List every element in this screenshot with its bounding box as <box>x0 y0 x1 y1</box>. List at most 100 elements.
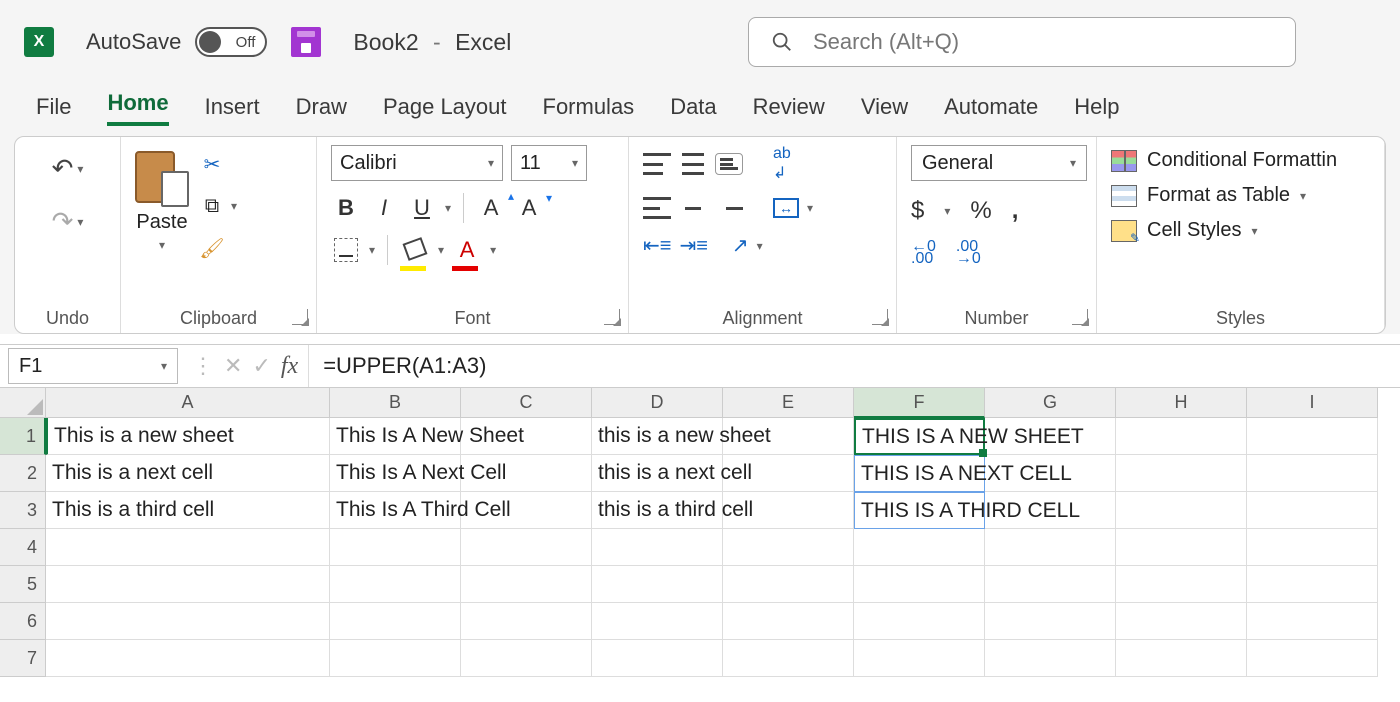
autosave-toggle[interactable]: Off <box>195 27 267 57</box>
cell-b2[interactable]: This Is A Next Cell <box>330 455 461 492</box>
row-header-3[interactable]: 3 <box>0 492 46 529</box>
cell-e6[interactable] <box>723 603 854 640</box>
search-box[interactable]: Search (Alt+Q) <box>748 17 1296 67</box>
row-header-6[interactable]: 6 <box>0 603 46 640</box>
tab-insert[interactable]: Insert <box>205 94 260 126</box>
cell-g4[interactable] <box>985 529 1116 566</box>
cell-styles-button[interactable]: Cell Styles ▾ <box>1111 219 1370 242</box>
decrease-font-button[interactable]: A▾ <box>514 193 544 223</box>
cell-d4[interactable] <box>592 529 723 566</box>
cell-i2[interactable] <box>1247 455 1378 492</box>
cell-f2[interactable]: THIS IS A NEXT CELL <box>854 455 985 492</box>
cell-g2[interactable] <box>985 455 1116 492</box>
col-header-h[interactable]: H <box>1116 388 1247 418</box>
cancel-icon[interactable]: ✕ <box>224 353 242 379</box>
col-header-b[interactable]: B <box>330 388 461 418</box>
tab-file[interactable]: File <box>36 94 71 126</box>
row-header-7[interactable]: 7 <box>0 640 46 677</box>
cell-h6[interactable] <box>1116 603 1247 640</box>
tab-draw[interactable]: Draw <box>296 94 347 126</box>
accounting-button[interactable]: $ <box>911 197 924 225</box>
chevron-down-icon[interactable]: ▾ <box>757 239 763 253</box>
decrease-decimal-button[interactable]: .00→0 <box>956 241 981 265</box>
cell-g5[interactable] <box>985 566 1116 603</box>
undo-button[interactable]: ↶▾ <box>52 153 84 184</box>
tab-page-layout[interactable]: Page Layout <box>383 94 507 126</box>
cell-b1[interactable]: This Is A New Sheet <box>330 418 461 455</box>
align-bottom-button[interactable] <box>715 153 743 175</box>
cell-c7[interactable] <box>461 640 592 677</box>
select-all-corner[interactable] <box>0 388 46 418</box>
cell-i6[interactable] <box>1247 603 1378 640</box>
clipboard-launcher[interactable] <box>292 309 308 325</box>
paste-button[interactable]: Paste ▾ <box>135 145 189 252</box>
cell-c1[interactable] <box>461 418 592 455</box>
row-header-1[interactable]: 1 <box>0 418 46 455</box>
row-header-2[interactable]: 2 <box>0 455 46 492</box>
cell-e5[interactable] <box>723 566 854 603</box>
align-center-button[interactable] <box>679 197 707 219</box>
chevron-down-icon[interactable]: ▾ <box>77 162 83 176</box>
fill-color-button[interactable] <box>400 235 430 265</box>
chevron-down-icon[interactable]: ▾ <box>231 199 237 213</box>
cut-icon[interactable]: ✂ <box>199 151 225 177</box>
cell-e1[interactable] <box>723 418 854 455</box>
number-format-combo[interactable]: General▾ <box>911 145 1087 181</box>
col-header-c[interactable]: C <box>461 388 592 418</box>
cell-h4[interactable] <box>1116 529 1247 566</box>
cell-f1[interactable]: THIS IS A NEW SHEET <box>854 418 985 455</box>
chevron-down-icon[interactable]: ▾ <box>944 204 950 218</box>
align-left-button[interactable] <box>643 197 671 219</box>
percent-button[interactable]: % <box>970 197 991 225</box>
chevron-down-icon[interactable]: ▾ <box>438 243 444 257</box>
tab-view[interactable]: View <box>861 94 908 126</box>
font-launcher[interactable] <box>604 309 620 325</box>
chevron-down-icon[interactable]: ▾ <box>161 359 167 373</box>
enter-icon[interactable]: ✓ <box>252 353 270 379</box>
cell-d6[interactable] <box>592 603 723 640</box>
cell-c4[interactable] <box>461 529 592 566</box>
cell-a4[interactable] <box>46 529 330 566</box>
cell-i1[interactable] <box>1247 418 1378 455</box>
cell-h5[interactable] <box>1116 566 1247 603</box>
formula-input[interactable]: =UPPER(A1:A3) <box>308 345 1400 387</box>
cell-h2[interactable] <box>1116 455 1247 492</box>
cell-f5[interactable] <box>854 566 985 603</box>
cell-f7[interactable] <box>854 640 985 677</box>
bold-button[interactable]: B <box>331 193 361 223</box>
format-painter-icon[interactable]: 🖌 <box>199 235 225 261</box>
cell-i3[interactable] <box>1247 492 1378 529</box>
cell-e7[interactable] <box>723 640 854 677</box>
increase-font-button[interactable]: A▴ <box>476 193 506 223</box>
alignment-launcher[interactable] <box>872 309 888 325</box>
underline-button[interactable]: U <box>407 193 437 223</box>
tab-review[interactable]: Review <box>753 94 825 126</box>
borders-button[interactable] <box>331 235 361 265</box>
cell-a3[interactable]: This is a third cell <box>46 492 330 529</box>
row-header-4[interactable]: 4 <box>0 529 46 566</box>
orientation-button[interactable]: ↗ <box>732 233 749 258</box>
italic-button[interactable]: I <box>369 193 399 223</box>
cell-i7[interactable] <box>1247 640 1378 677</box>
col-header-f[interactable]: F <box>854 388 985 418</box>
cell-e3[interactable] <box>723 492 854 529</box>
cell-d7[interactable] <box>592 640 723 677</box>
col-header-a[interactable]: A <box>46 388 330 418</box>
tab-formulas[interactable]: Formulas <box>543 94 635 126</box>
cell-b5[interactable] <box>330 566 461 603</box>
cell-c5[interactable] <box>461 566 592 603</box>
col-header-g[interactable]: G <box>985 388 1116 418</box>
cell-h3[interactable] <box>1116 492 1247 529</box>
col-header-i[interactable]: I <box>1247 388 1378 418</box>
font-color-button[interactable]: A <box>452 235 482 265</box>
chevron-down-icon[interactable]: ▾ <box>445 201 451 215</box>
cell-d2[interactable]: this is a next cell <box>592 455 723 492</box>
insert-function-icon[interactable]: fx <box>281 353 298 380</box>
redo-button[interactable]: ↷▾ <box>52 206 84 237</box>
tab-automate[interactable]: Automate <box>944 94 1038 126</box>
cell-b7[interactable] <box>330 640 461 677</box>
chevron-down-icon[interactable]: ▾ <box>159 238 165 252</box>
copy-icon[interactable]: ⧉ <box>199 193 225 219</box>
cell-b6[interactable] <box>330 603 461 640</box>
conditional-formatting-button[interactable]: Conditional Formattin <box>1111 149 1370 172</box>
